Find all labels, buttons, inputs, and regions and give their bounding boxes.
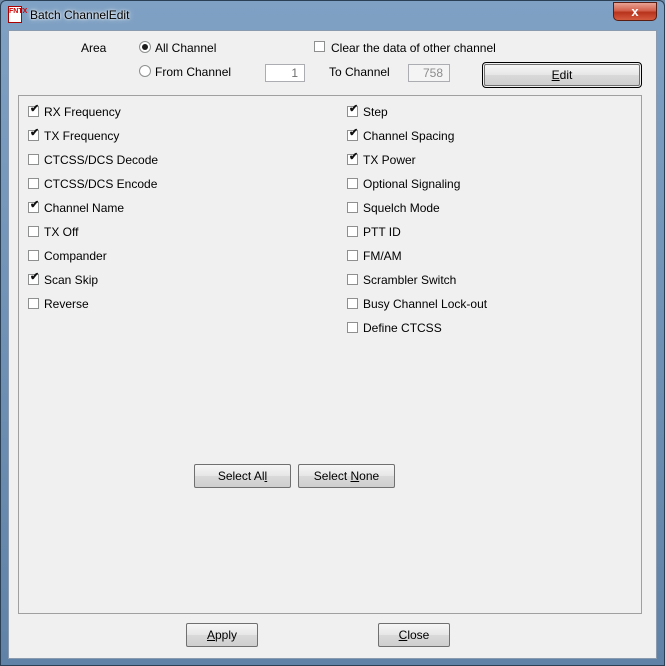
from-channel-radio[interactable] bbox=[139, 65, 151, 77]
field-left-checkbox[interactable]: ✔ bbox=[28, 127, 40, 141]
radio-selected-dot bbox=[142, 44, 148, 50]
edit-button-label-post: dit bbox=[559, 68, 573, 82]
field-right-label[interactable]: TX Power bbox=[363, 153, 416, 167]
field-right-checkbox[interactable]: ✔ bbox=[347, 103, 359, 117]
field-right-label[interactable]: Define CTCSS bbox=[363, 321, 442, 335]
app-icon: FNTX bbox=[8, 6, 27, 23]
close-icon: x bbox=[631, 4, 639, 19]
from-channel-input[interactable]: 1 bbox=[265, 64, 305, 82]
close-label-post: lose bbox=[407, 628, 430, 642]
checkmark-icon: ✔ bbox=[349, 103, 359, 115]
field-left-label[interactable]: CTCSS/DCS Encode bbox=[44, 177, 157, 191]
select-none-label-pre: Select bbox=[313, 469, 351, 483]
field-right-label[interactable]: PTT ID bbox=[363, 225, 401, 239]
checkmark-icon: ✔ bbox=[30, 103, 40, 115]
field-left-checkbox[interactable] bbox=[28, 154, 39, 165]
close-button[interactable]: Close bbox=[378, 623, 450, 647]
fields-group-box: ✔ RX Frequency ✔ TX Frequency CTCSS/DCS Deco… bbox=[18, 95, 642, 614]
field-right-label[interactable]: Squelch Mode bbox=[363, 201, 440, 215]
field-right-checkbox[interactable]: ✔ bbox=[347, 151, 359, 165]
select-all-button[interactable]: Select All bbox=[194, 464, 291, 488]
field-left-label[interactable]: Channel Name bbox=[44, 201, 124, 215]
select-all-accel: l bbox=[264, 469, 268, 483]
close-window-button[interactable]: x bbox=[613, 2, 657, 21]
field-right-label[interactable]: Scrambler Switch bbox=[363, 273, 456, 287]
field-right-label[interactable]: Busy Channel Lock-out bbox=[363, 297, 487, 311]
field-left-label[interactable]: Compander bbox=[44, 249, 107, 263]
apply-label-post: pply bbox=[215, 628, 238, 642]
all-channel-radio[interactable] bbox=[139, 41, 151, 53]
select-none-button[interactable]: Select None bbox=[298, 464, 395, 488]
field-left-label[interactable]: TX Frequency bbox=[44, 129, 119, 143]
field-left-label[interactable]: RX Frequency bbox=[44, 105, 121, 119]
edit-button[interactable]: Edit bbox=[482, 62, 642, 88]
field-right-checkbox[interactable] bbox=[347, 298, 358, 309]
field-left-label[interactable]: Scan Skip bbox=[44, 273, 98, 287]
field-right-checkbox[interactable] bbox=[347, 322, 358, 333]
all-channel-label[interactable]: All Channel bbox=[155, 41, 216, 55]
checkmark-icon: ✔ bbox=[30, 271, 40, 283]
edit-button-accel: E bbox=[551, 68, 560, 82]
field-right-label[interactable]: Optional Signaling bbox=[363, 177, 460, 191]
field-right-checkbox[interactable] bbox=[347, 178, 358, 189]
checkmark-icon: ✔ bbox=[30, 199, 40, 211]
checkmark-icon: ✔ bbox=[349, 127, 359, 139]
window-title: Batch ChannelEdit bbox=[30, 8, 130, 22]
to-channel-label: To Channel bbox=[329, 65, 390, 79]
select-none-accel: N bbox=[350, 469, 360, 483]
field-left-checkbox[interactable] bbox=[28, 250, 39, 261]
field-left-label[interactable]: CTCSS/DCS Decode bbox=[44, 153, 158, 167]
checkmark-icon: ✔ bbox=[30, 127, 40, 139]
field-right-checkbox[interactable]: ✔ bbox=[347, 127, 359, 141]
select-none-label-post: one bbox=[359, 469, 380, 483]
field-left-checkbox[interactable]: ✔ bbox=[28, 199, 40, 213]
checkmark-icon: ✔ bbox=[349, 151, 359, 163]
field-left-checkbox[interactable] bbox=[28, 298, 39, 309]
field-left-checkbox[interactable] bbox=[28, 226, 39, 237]
from-channel-label[interactable]: From Channel bbox=[155, 65, 231, 79]
title-bar[interactable]: FNTX Batch ChannelEdit x bbox=[1, 1, 664, 29]
clear-other-channel-label[interactable]: Clear the data of other channel bbox=[331, 41, 496, 55]
apply-accel: A bbox=[206, 628, 215, 642]
apply-button[interactable]: Apply bbox=[186, 623, 258, 647]
field-left-checkbox[interactable]: ✔ bbox=[28, 271, 40, 285]
select-all-label-pre: Select Al bbox=[217, 469, 265, 483]
clear-other-channel-checkbox[interactable] bbox=[314, 41, 325, 52]
field-right-label[interactable]: Step bbox=[363, 105, 388, 119]
field-left-checkbox[interactable]: ✔ bbox=[28, 103, 40, 117]
field-right-checkbox[interactable] bbox=[347, 274, 358, 285]
field-left-label[interactable]: Reverse bbox=[44, 297, 89, 311]
field-right-label[interactable]: FM/AM bbox=[363, 249, 402, 263]
field-right-label[interactable]: Channel Spacing bbox=[363, 129, 454, 143]
to-channel-input[interactable]: 758 bbox=[408, 64, 450, 82]
field-right-checkbox[interactable] bbox=[347, 202, 358, 213]
field-right-checkbox[interactable] bbox=[347, 226, 358, 237]
field-right-checkbox[interactable] bbox=[347, 250, 358, 261]
batch-channel-edit-window: FNTX Batch ChannelEdit x Area All Channe… bbox=[0, 0, 665, 666]
area-label: Area bbox=[81, 41, 107, 55]
dialog-client-area: Area All Channel From Channel 1 To Chann… bbox=[8, 30, 657, 659]
field-left-checkbox[interactable] bbox=[28, 178, 39, 189]
field-left-label[interactable]: TX Off bbox=[44, 225, 78, 239]
